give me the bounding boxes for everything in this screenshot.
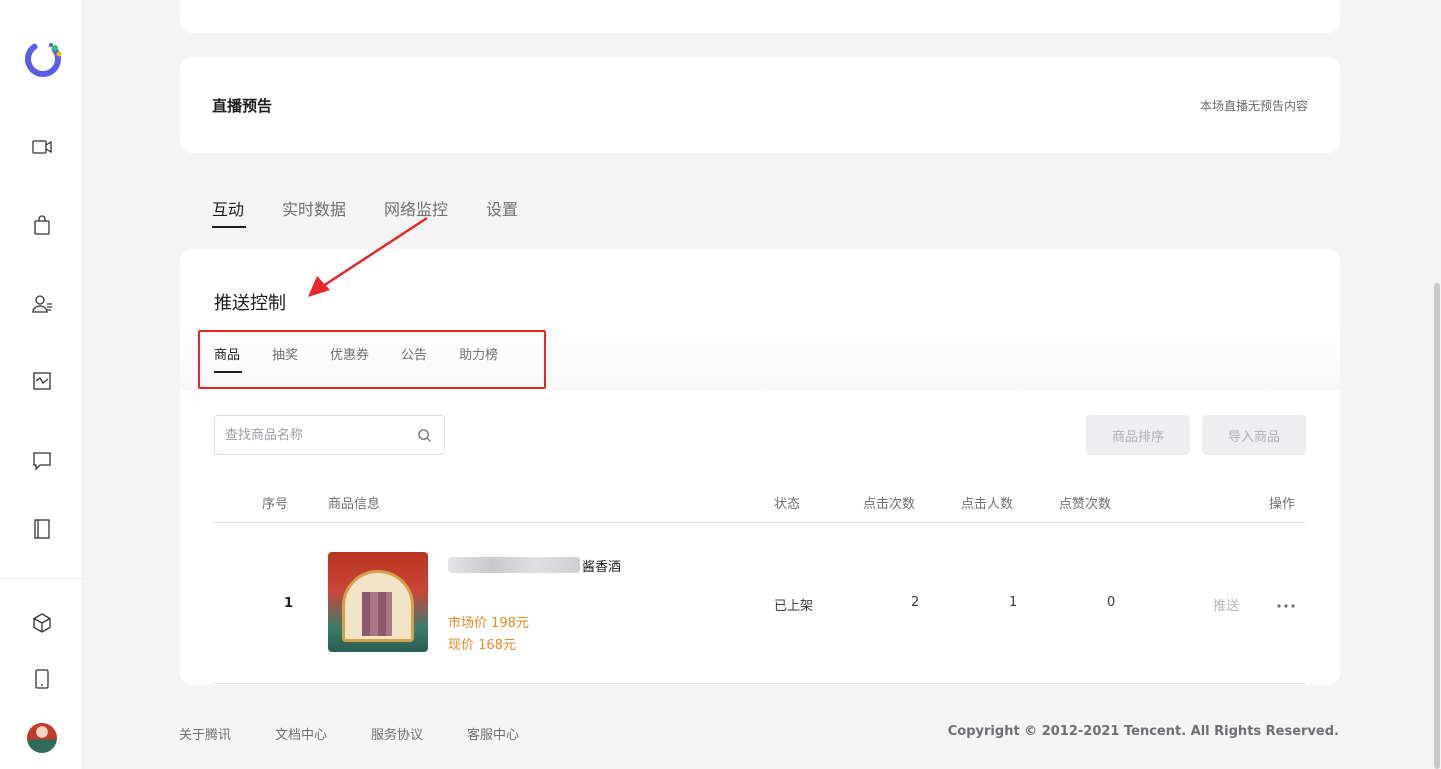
book-icon[interactable] xyxy=(28,515,56,543)
col-header-product-info: 商品信息 xyxy=(328,497,381,512)
page-scrollbar[interactable] xyxy=(1433,0,1441,769)
row-clicks: 2 xyxy=(911,595,920,610)
row-click-users: 1 xyxy=(1009,595,1018,610)
tab-interaction[interactable]: 互动 xyxy=(212,196,247,228)
push-control-card: 推送控制 商品 抽奖 优惠券 公告 助力榜 商品排序 导入商品 序号 商品信息 … xyxy=(180,249,1340,685)
sub-tab-announcement[interactable]: 公告 xyxy=(401,344,427,373)
shopping-bag-icon[interactable] xyxy=(28,211,56,239)
product-search xyxy=(214,415,445,455)
push-control-title: 推送控制 xyxy=(214,293,286,314)
product-name: 酱香酒 xyxy=(582,560,622,575)
row-likes: 0 xyxy=(1107,595,1116,610)
table-row-divider xyxy=(213,683,1306,684)
tab-settings[interactable]: 设置 xyxy=(486,196,518,228)
product-name-blurred xyxy=(448,557,580,573)
col-header-index: 序号 xyxy=(262,497,289,512)
mobile-phone-icon[interactable] xyxy=(28,665,56,693)
footer-link-about[interactable]: 关于腾讯 xyxy=(179,724,231,743)
current-price: 现价 168元 xyxy=(448,638,516,653)
sub-tab-lottery[interactable]: 抽奖 xyxy=(272,344,298,373)
chat-icon[interactable] xyxy=(28,446,56,474)
sidebar xyxy=(0,0,83,769)
col-header-likes: 点赞次数 xyxy=(1059,497,1112,512)
avatar[interactable] xyxy=(27,723,57,753)
import-products-button[interactable]: 导入商品 xyxy=(1202,415,1306,455)
search-icon[interactable] xyxy=(417,428,432,447)
video-camera-icon[interactable] xyxy=(28,133,56,161)
row-index: 1 xyxy=(284,596,294,611)
sidebar-divider xyxy=(0,578,83,579)
product-search-input[interactable] xyxy=(215,416,405,454)
market-price: 市场价 198元 xyxy=(448,616,529,631)
annotation-arrow-icon xyxy=(308,216,428,297)
footer-link-docs[interactable]: 文档中心 xyxy=(275,724,327,743)
row-status: 已上架 xyxy=(774,599,814,614)
preview-title: 直播预告 xyxy=(212,97,273,115)
user-list-icon[interactable] xyxy=(28,290,56,318)
chart-icon[interactable] xyxy=(28,367,56,395)
push-sub-tabs: 商品 抽奖 优惠券 公告 助力榜 xyxy=(214,344,530,373)
sort-products-button[interactable]: 商品排序 xyxy=(1086,415,1190,455)
top-card xyxy=(180,0,1340,33)
cube-icon[interactable] xyxy=(28,609,56,637)
scrollbar-thumb[interactable] xyxy=(1434,283,1440,769)
live-logo-icon[interactable] xyxy=(22,38,64,80)
push-button[interactable]: 推送 xyxy=(1213,595,1239,614)
more-options-icon[interactable] xyxy=(1276,594,1296,613)
col-header-click-users: 点击人数 xyxy=(961,497,1014,512)
col-header-actions: 操作 xyxy=(1269,497,1296,512)
sub-tab-boost-ranking[interactable]: 助力榜 xyxy=(459,344,498,373)
footer-link-terms[interactable]: 服务协议 xyxy=(371,724,423,743)
sub-tab-coupons[interactable]: 优惠券 xyxy=(330,344,369,373)
footer-link-support[interactable]: 客服中心 xyxy=(467,724,519,743)
col-header-clicks: 点击次数 xyxy=(863,497,916,512)
preview-note: 本场直播无预告内容 xyxy=(1199,99,1308,113)
col-header-status: 状态 xyxy=(774,497,801,512)
product-thumbnail xyxy=(328,552,428,652)
table-header-divider xyxy=(213,522,1306,523)
sub-tab-products[interactable]: 商品 xyxy=(214,344,243,373)
live-preview-card: 直播预告 本场直播无预告内容 xyxy=(180,57,1340,153)
copyright-text: Copyright © 2012-2021 Tencent. All Right… xyxy=(947,724,1339,739)
